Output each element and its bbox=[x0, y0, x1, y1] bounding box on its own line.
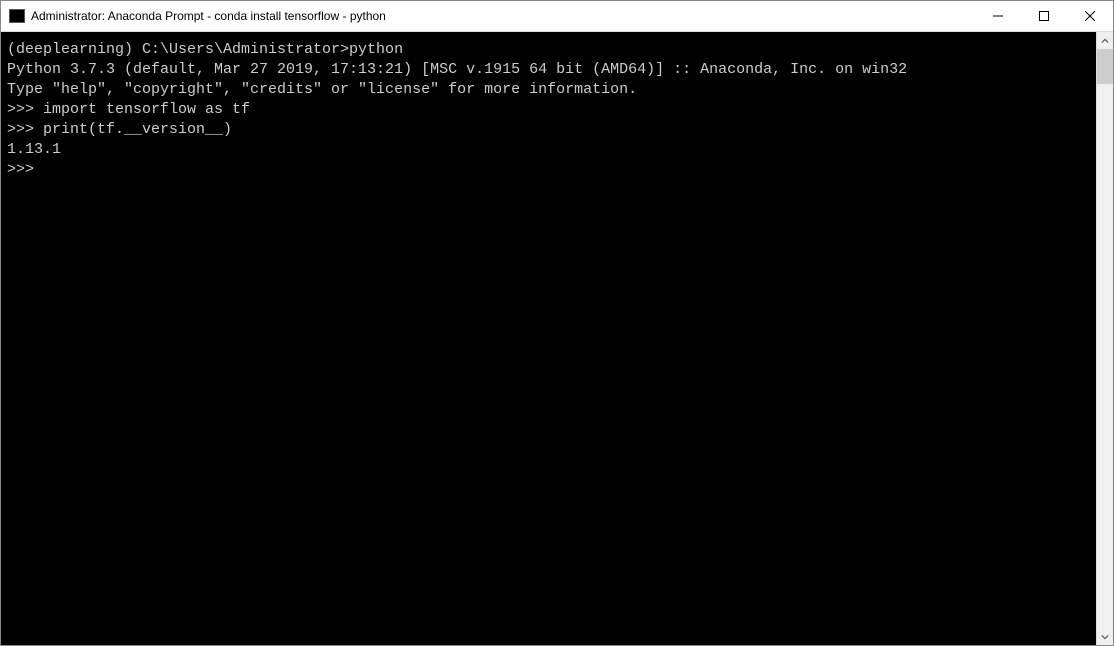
minimize-icon bbox=[993, 11, 1003, 21]
terminal-line: >>> import tensorflow as tf bbox=[7, 100, 1090, 120]
close-icon bbox=[1085, 11, 1095, 21]
scroll-thumb[interactable] bbox=[1097, 49, 1113, 84]
terminal-line: (deeplearning) C:\Users\Administrator>py… bbox=[7, 40, 1090, 60]
terminal-output[interactable]: (deeplearning) C:\Users\Administrator>py… bbox=[1, 32, 1096, 645]
client-area: (deeplearning) C:\Users\Administrator>py… bbox=[1, 32, 1113, 645]
maximize-icon bbox=[1039, 11, 1049, 21]
close-button[interactable] bbox=[1067, 1, 1113, 31]
terminal-line: >>> print(tf.__version__) bbox=[7, 120, 1090, 140]
titlebar[interactable]: Administrator: Anaconda Prompt - conda i… bbox=[1, 1, 1113, 32]
window-title: Administrator: Anaconda Prompt - conda i… bbox=[31, 9, 975, 23]
maximize-button[interactable] bbox=[1021, 1, 1067, 31]
scroll-down-button[interactable] bbox=[1097, 628, 1113, 645]
chevron-down-icon bbox=[1101, 633, 1109, 641]
scroll-up-button[interactable] bbox=[1097, 32, 1113, 49]
chevron-up-icon bbox=[1101, 37, 1109, 45]
app-icon bbox=[9, 9, 25, 23]
window-controls bbox=[975, 1, 1113, 31]
terminal-line: Type "help", "copyright", "credits" or "… bbox=[7, 80, 1090, 100]
scroll-track[interactable] bbox=[1097, 49, 1113, 628]
terminal-line: Python 3.7.3 (default, Mar 27 2019, 17:1… bbox=[7, 60, 1090, 80]
terminal-line: 1.13.1 bbox=[7, 140, 1090, 160]
terminal-line: >>> bbox=[7, 160, 1090, 180]
window: Administrator: Anaconda Prompt - conda i… bbox=[0, 0, 1114, 646]
vertical-scrollbar[interactable] bbox=[1096, 32, 1113, 645]
minimize-button[interactable] bbox=[975, 1, 1021, 31]
